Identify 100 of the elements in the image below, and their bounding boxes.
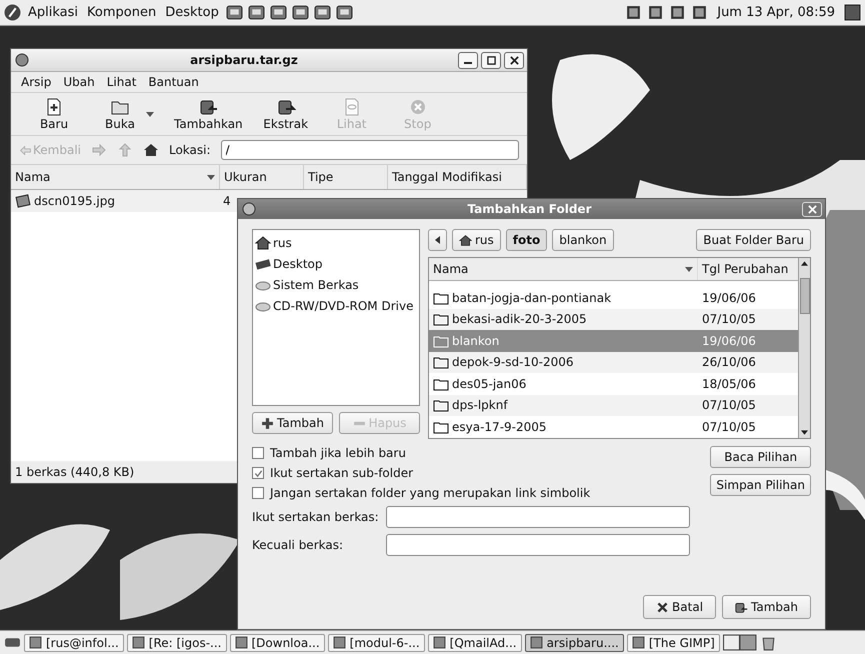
launcher-icon[interactable] [314,4,331,21]
input-field[interactable] [386,534,690,556]
workspace-switcher-icon[interactable] [722,634,757,651]
image-file-icon [15,193,31,209]
checkbox-label[interactable]: Jangan sertakan folder yang merupakan link simbolik [270,486,590,500]
location-label: Lokasi: [168,143,211,157]
folder-row[interactable]: esya-17-9-2005 07/10/05 [429,416,798,438]
folder-name: des05-jan06 [452,376,526,391]
menu-item[interactable]: Lihat [106,75,136,89]
tray-icon[interactable] [691,4,708,21]
scroll-down-arrow-icon[interactable] [801,430,808,434]
close-icon [808,204,816,214]
close-icon [510,56,518,64]
maximize-icon [486,56,496,64]
scroll-up-arrow-icon[interactable] [801,261,808,266]
minimize-icon [464,62,472,64]
scrollbar-thumb[interactable] [800,278,810,314]
dialog-button[interactable]: Batal [643,595,716,619]
location-field[interactable]: / [220,140,519,160]
window-icon [234,636,248,649]
cross-icon [656,600,670,614]
window-icon [432,636,446,649]
checkbox[interactable] [252,467,264,479]
menu-item[interactable]: Bantuan [148,75,199,89]
close-button[interactable] [504,52,524,68]
scroll-left-button[interactable] [428,229,447,251]
menu-item[interactable]: Ubah [63,75,95,89]
place-button[interactable]: Tambah [252,412,333,434]
tray-icon[interactable] [647,4,664,21]
folder-row[interactable]: bekasi-adik-20-3-2005 07/10/05 [429,308,798,330]
column-header[interactable]: Nama [429,258,697,280]
toolbar-button[interactable]: Ekstrak [256,95,315,133]
launcher-icon[interactable] [248,4,265,21]
folder-name: bekasi-adik-20-3-2005 [452,312,587,326]
status-text: 1 berkas (440,8 KB) [15,465,134,479]
column-header[interactable]: Ukuran [220,165,304,189]
file-name[interactable]: dscn0195.jpg [34,194,115,208]
new-folder-button[interactable]: Buat Folder Baru [696,229,811,251]
taskbar-button[interactable]: [modul-6-... [328,634,425,652]
folder-row[interactable]: depok-9-sd-10-2006 26/10/06 [429,352,798,373]
taskbar-button[interactable]: [rus@infol... [24,634,124,652]
panel-menu[interactable]: Komponen [85,5,158,20]
maximize-button[interactable] [481,52,501,68]
modified-date: 18/05/06 [701,376,757,391]
options-button[interactable]: Simpan Pilihan [710,474,811,496]
launcher-icon[interactable] [336,4,353,21]
column-header[interactable]: Tipe [304,165,388,189]
taskbar-button[interactable]: [Re: [igos-... [126,634,226,652]
window-title: arsipbaru.tar.gz [189,53,299,67]
place-item[interactable]: CD-RW/DVD-ROM Drive [273,298,414,312]
modified-date: 19/06/06 [701,290,757,305]
back-arrow-icon [19,144,32,156]
modified-date: 07/10/05 [701,398,757,412]
minimize-button[interactable] [458,52,478,68]
column-header[interactable]: Tanggal Modifikasi [388,165,527,189]
taskbar-button[interactable]: [The GIMP] [626,634,720,652]
panel-menu[interactable]: Desktop [163,5,221,20]
folder-row[interactable]: batan-jogja-dan-pontianak 19/06/06 [429,287,798,308]
input-field[interactable] [386,506,690,528]
checkbox-label[interactable]: Tambah jika lebih baru [270,446,406,460]
dropdown-arrow-icon[interactable] [146,112,154,116]
checkbox-label[interactable]: Ikut sertakan sub-folder [270,466,414,480]
dialog-button[interactable]: Tambah [722,595,811,619]
place-item[interactable]: rus [273,236,292,250]
scrollbar[interactable] [798,258,810,438]
modified-date: 07/10/05 [701,420,757,434]
taskbar-button[interactable]: [QmailAd... [428,634,522,652]
toolbar-button[interactable]: Buka [91,95,160,133]
launcher-icon[interactable] [292,4,309,21]
clock[interactable]: Jum 13 Apr, 08:59 [713,5,839,20]
launcher-icon[interactable] [226,4,243,21]
path-button[interactable]: rus [452,229,501,251]
folder-row[interactable]: des05-jan06 18/05/06 [429,373,798,394]
taskbar-button[interactable]: [Downloa... [230,634,325,652]
show-desktop-icon[interactable] [844,4,861,21]
toolbar-button[interactable]: Tambahkan [168,95,249,133]
checkbox[interactable] [252,487,264,499]
options-button[interactable]: Baca Pilihan [710,446,811,468]
window-icon [332,636,346,649]
column-header[interactable]: Nama [11,165,220,189]
menu-item[interactable]: Arsip [21,75,52,89]
add-to-archive-icon [735,600,748,614]
place-item[interactable]: Desktop [273,256,322,270]
path-button[interactable]: blankon [552,229,614,251]
place-item[interactable]: Sistem Berkas [273,278,359,292]
path-button[interactable]: foto [506,229,548,251]
folder-name: batan-jogja-dan-pontianak [452,290,612,305]
launcher-icon[interactable] [270,4,287,21]
window-icon [632,636,645,649]
modified-date: 19/06/06 [701,334,757,348]
home-icon[interactable] [142,142,159,158]
tray-icon[interactable] [669,4,686,21]
tray-icon[interactable] [625,4,642,21]
checkbox[interactable] [252,447,264,459]
toolbar-button[interactable]: Baru [25,95,83,133]
panel-menu[interactable]: Aplikasi [26,5,80,20]
taskbar-button[interactable]: arsipbaru.... [524,634,624,652]
sort-arrow-icon [207,174,215,180]
window-icon [530,636,543,649]
folder-row[interactable]: dps-lpknf 07/10/05 [429,394,798,416]
